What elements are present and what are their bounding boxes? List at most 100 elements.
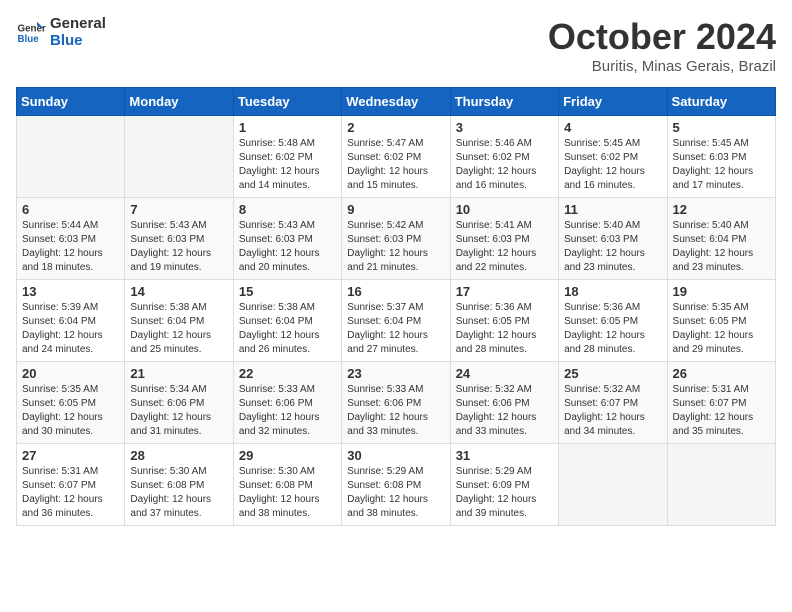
day-number: 5 bbox=[673, 120, 770, 135]
svg-text:Blue: Blue bbox=[18, 34, 40, 45]
calendar-cell: 26 Sunrise: 5:31 AMSunset: 6:07 PMDayligh… bbox=[667, 362, 775, 444]
calendar-cell: 13 Sunrise: 5:39 AMSunset: 6:04 PMDayligh… bbox=[17, 280, 125, 362]
day-number: 11 bbox=[564, 202, 661, 217]
cell-sun-info: Sunrise: 5:31 AMSunset: 6:07 PMDaylight:… bbox=[22, 465, 119, 521]
cell-sun-info: Sunrise: 5:40 AMSunset: 6:03 PMDaylight:… bbox=[564, 219, 661, 275]
cell-sun-info: Sunrise: 5:43 AMSunset: 6:03 PMDaylight:… bbox=[239, 219, 336, 275]
cell-sun-info: Sunrise: 5:32 AMSunset: 6:07 PMDaylight:… bbox=[564, 383, 661, 439]
cell-sun-info: Sunrise: 5:40 AMSunset: 6:04 PMDaylight:… bbox=[673, 219, 770, 275]
calendar-cell: 25 Sunrise: 5:32 AMSunset: 6:07 PMDayligh… bbox=[559, 362, 667, 444]
cell-sun-info: Sunrise: 5:38 AMSunset: 6:04 PMDaylight:… bbox=[239, 301, 336, 357]
day-number: 29 bbox=[239, 448, 336, 463]
cell-sun-info: Sunrise: 5:35 AMSunset: 6:05 PMDaylight:… bbox=[22, 383, 119, 439]
cell-sun-info: Sunrise: 5:31 AMSunset: 6:07 PMDaylight:… bbox=[673, 383, 770, 439]
calendar-table: SundayMondayTuesdayWednesdayThursdayFrid… bbox=[16, 87, 776, 526]
cell-sun-info: Sunrise: 5:30 AMSunset: 6:08 PMDaylight:… bbox=[239, 465, 336, 521]
calendar-cell: 14Sunrise: 5:38 AMSunset: 6:04 PMDayligh… bbox=[125, 280, 233, 362]
calendar-cell: 6Sunrise: 5:44 AMSunset: 6:03 PMDaylight… bbox=[17, 198, 125, 280]
calendar-cell bbox=[667, 444, 775, 526]
day-number: 24 bbox=[456, 366, 553, 381]
day-of-week-header: Friday bbox=[559, 88, 667, 116]
cell-sun-info: Sunrise: 5:39 AMSunset: 6:04 PMDaylight:… bbox=[22, 301, 119, 357]
cell-sun-info: Sunrise: 5:45 AMSunset: 6:03 PMDaylight:… bbox=[673, 137, 770, 193]
day-number: 14 bbox=[130, 284, 227, 299]
day-number: 25 bbox=[564, 366, 661, 381]
cell-sun-info: Sunrise: 5:41 AMSunset: 6:03 PMDaylight:… bbox=[456, 219, 553, 275]
day-of-week-header: Saturday bbox=[667, 88, 775, 116]
day-number: 6 bbox=[22, 202, 119, 217]
calendar-cell: 20 Sunrise: 5:35 AMSunset: 6:05 PMDayligh… bbox=[17, 362, 125, 444]
cell-sun-info: Sunrise: 5:46 AMSunset: 6:02 PMDaylight:… bbox=[456, 137, 553, 193]
svg-text:General: General bbox=[18, 23, 47, 34]
title-area: October 2024 Buritis, Minas Gerais, Braz… bbox=[548, 16, 776, 75]
location-subtitle: Buritis, Minas Gerais, Brazil bbox=[548, 58, 776, 75]
cell-sun-info: Sunrise: 5:36 AMSunset: 6:05 PMDaylight:… bbox=[564, 301, 661, 357]
cell-sun-info: Sunrise: 5:33 AMSunset: 6:06 PMDaylight:… bbox=[239, 383, 336, 439]
logo: General Blue General Blue bbox=[16, 16, 106, 49]
calendar-cell: 16Sunrise: 5:37 AMSunset: 6:04 PMDayligh… bbox=[342, 280, 450, 362]
month-title: October 2024 bbox=[548, 16, 776, 58]
day-number: 20 bbox=[22, 366, 119, 381]
calendar-cell: 2 Sunrise: 5:47 AMSunset: 6:02 PMDaylight… bbox=[342, 116, 450, 198]
cell-sun-info: Sunrise: 5:36 AMSunset: 6:05 PMDaylight:… bbox=[456, 301, 553, 357]
day-number: 7 bbox=[130, 202, 227, 217]
calendar-week-row: 20 Sunrise: 5:35 AMSunset: 6:05 PMDayligh… bbox=[17, 362, 776, 444]
day-number: 8 bbox=[239, 202, 336, 217]
calendar-cell bbox=[17, 116, 125, 198]
cell-sun-info: Sunrise: 5:29 AMSunset: 6:09 PMDaylight:… bbox=[456, 465, 553, 521]
calendar-week-row: 13 Sunrise: 5:39 AMSunset: 6:04 PMDayligh… bbox=[17, 280, 776, 362]
cell-sun-info: Sunrise: 5:29 AMSunset: 6:08 PMDaylight:… bbox=[347, 465, 444, 521]
day-of-week-header: Monday bbox=[125, 88, 233, 116]
calendar-week-row: 1Sunrise: 5:48 AMSunset: 6:02 PMDaylight… bbox=[17, 116, 776, 198]
calendar-cell: 30 Sunrise: 5:29 AMSunset: 6:08 PMDayligh… bbox=[342, 444, 450, 526]
calendar-cell: 12 Sunrise: 5:40 AMSunset: 6:04 PMDayligh… bbox=[667, 198, 775, 280]
calendar-cell: 24 Sunrise: 5:32 AMSunset: 6:06 PMDayligh… bbox=[450, 362, 558, 444]
day-number: 2 bbox=[347, 120, 444, 135]
calendar-cell: 10 Sunrise: 5:41 AMSunset: 6:03 PMDayligh… bbox=[450, 198, 558, 280]
day-number: 13 bbox=[22, 284, 119, 299]
calendar-cell: 28Sunrise: 5:30 AMSunset: 6:08 PMDayligh… bbox=[125, 444, 233, 526]
day-number: 26 bbox=[673, 366, 770, 381]
calendar-cell: 9Sunrise: 5:42 AMSunset: 6:03 PMDaylight… bbox=[342, 198, 450, 280]
day-number: 12 bbox=[673, 202, 770, 217]
logo-general: General bbox=[50, 16, 106, 33]
day-number: 3 bbox=[456, 120, 553, 135]
cell-sun-info: Sunrise: 5:47 AMSunset: 6:02 PMDaylight:… bbox=[347, 137, 444, 193]
calendar-cell: 17 Sunrise: 5:36 AMSunset: 6:05 PMDayligh… bbox=[450, 280, 558, 362]
calendar-cell: 19Sunrise: 5:35 AMSunset: 6:05 PMDayligh… bbox=[667, 280, 775, 362]
calendar-cell: 4Sunrise: 5:45 AMSunset: 6:02 PMDaylight… bbox=[559, 116, 667, 198]
cell-sun-info: Sunrise: 5:45 AMSunset: 6:02 PMDaylight:… bbox=[564, 137, 661, 193]
day-number: 15 bbox=[239, 284, 336, 299]
day-number: 30 bbox=[347, 448, 444, 463]
day-of-week-header: Tuesday bbox=[233, 88, 341, 116]
cell-sun-info: Sunrise: 5:43 AMSunset: 6:03 PMDaylight:… bbox=[130, 219, 227, 275]
day-number: 28 bbox=[130, 448, 227, 463]
calendar-cell: 15 Sunrise: 5:38 AMSunset: 6:04 PMDayligh… bbox=[233, 280, 341, 362]
calendar-cell: 23 Sunrise: 5:33 AMSunset: 6:06 PMDayligh… bbox=[342, 362, 450, 444]
calendar-cell bbox=[559, 444, 667, 526]
day-number: 9 bbox=[347, 202, 444, 217]
day-of-week-header: Thursday bbox=[450, 88, 558, 116]
day-number: 10 bbox=[456, 202, 553, 217]
day-number: 18 bbox=[564, 284, 661, 299]
calendar-cell: 1Sunrise: 5:48 AMSunset: 6:02 PMDaylight… bbox=[233, 116, 341, 198]
cell-sun-info: Sunrise: 5:32 AMSunset: 6:06 PMDaylight:… bbox=[456, 383, 553, 439]
calendar-week-row: 6Sunrise: 5:44 AMSunset: 6:03 PMDaylight… bbox=[17, 198, 776, 280]
cell-sun-info: Sunrise: 5:35 AMSunset: 6:05 PMDaylight:… bbox=[673, 301, 770, 357]
day-number: 17 bbox=[456, 284, 553, 299]
cell-sun-info: Sunrise: 5:37 AMSunset: 6:04 PMDaylight:… bbox=[347, 301, 444, 357]
cell-sun-info: Sunrise: 5:34 AMSunset: 6:06 PMDaylight:… bbox=[130, 383, 227, 439]
calendar-cell: 21Sunrise: 5:34 AMSunset: 6:06 PMDayligh… bbox=[125, 362, 233, 444]
logo-icon: General Blue bbox=[16, 18, 46, 48]
day-number: 27 bbox=[22, 448, 119, 463]
day-of-week-header: Wednesday bbox=[342, 88, 450, 116]
calendar-cell: 11 Sunrise: 5:40 AMSunset: 6:03 PMDayligh… bbox=[559, 198, 667, 280]
day-number: 23 bbox=[347, 366, 444, 381]
day-number: 31 bbox=[456, 448, 553, 463]
calendar-cell: 5 Sunrise: 5:45 AMSunset: 6:03 PMDaylight… bbox=[667, 116, 775, 198]
calendar-header-row: SundayMondayTuesdayWednesdayThursdayFrid… bbox=[17, 88, 776, 116]
cell-sun-info: Sunrise: 5:33 AMSunset: 6:06 PMDaylight:… bbox=[347, 383, 444, 439]
calendar-week-row: 27 Sunrise: 5:31 AMSunset: 6:07 PMDayligh… bbox=[17, 444, 776, 526]
day-of-week-header: Sunday bbox=[17, 88, 125, 116]
day-number: 22 bbox=[239, 366, 336, 381]
